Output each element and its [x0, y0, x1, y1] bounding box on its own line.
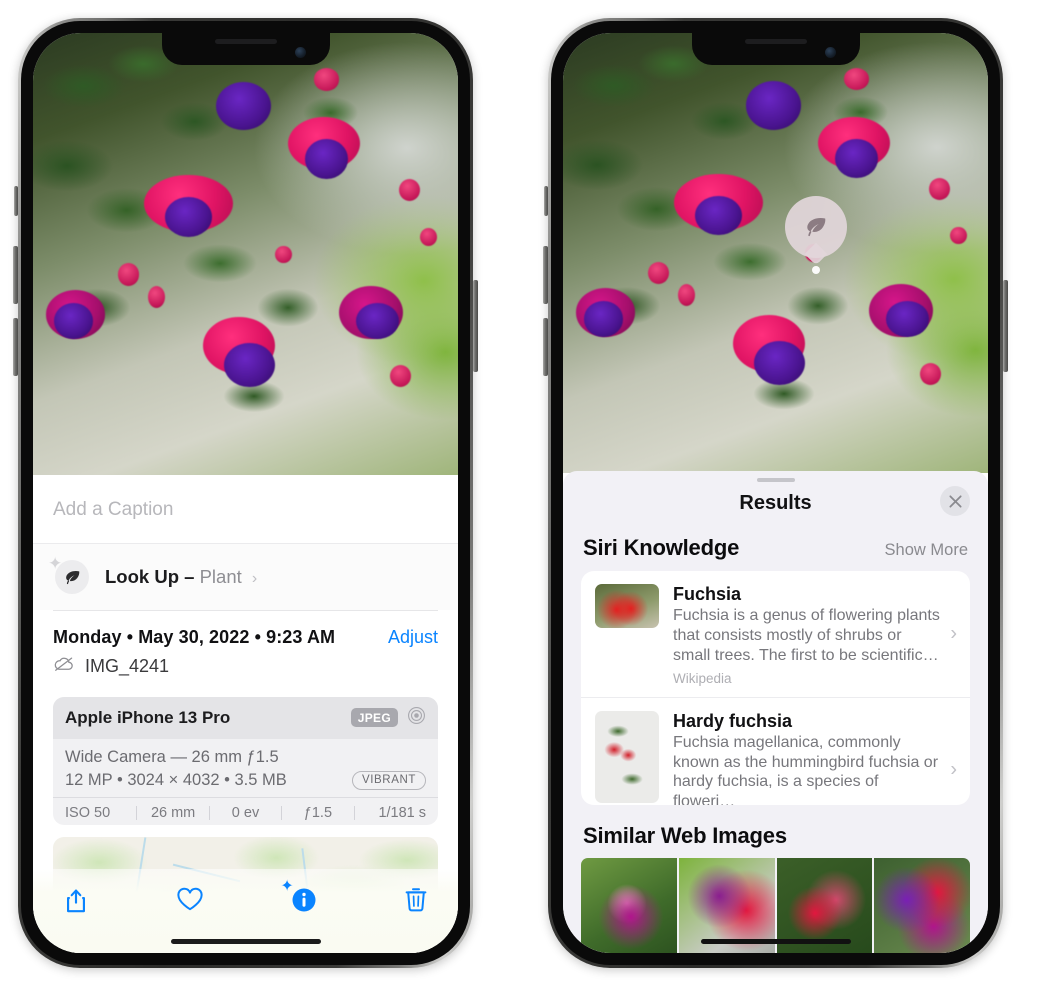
phone-screen-right: Results Siri Knowledge Show More Fuchsia…	[563, 33, 988, 953]
front-camera-icon	[824, 47, 836, 58]
file-format-badge: JPEG	[350, 708, 398, 728]
knowledge-thumbnail	[595, 710, 659, 803]
look-up-separator: –	[184, 566, 195, 587]
similar-image-4[interactable]	[874, 858, 970, 953]
volume-up-button[interactable]	[543, 246, 548, 304]
look-up-badge: ✦	[48, 555, 91, 596]
photo-metadata: Monday • May 30, 2022 • 9:23 AM Adjust I…	[33, 611, 458, 687]
notch	[691, 33, 860, 65]
results-sheet: Results Siri Knowledge Show More Fuchsia…	[563, 471, 988, 953]
knowledge-description: Fuchsia is a genus of flowering plants t…	[673, 607, 940, 664]
mute-switch[interactable]	[14, 186, 18, 216]
front-camera-icon	[294, 47, 306, 58]
chevron-right-icon: ›	[251, 570, 258, 587]
exif-aperture: ƒ1.5	[303, 804, 333, 821]
caption-input[interactable]: Add a Caption	[33, 475, 458, 544]
results-title: Results	[739, 492, 812, 515]
aperture-icon	[407, 706, 426, 730]
screenshot-stage: Add a Caption ✦ Look Up – Plant › Monday…	[0, 0, 1055, 985]
info-sparkle-icon[interactable]: ✦	[280, 879, 318, 918]
mute-switch[interactable]	[544, 186, 548, 216]
visual-look-up-badge[interactable]	[785, 196, 847, 258]
phone-screen-left: Add a Caption ✦ Look Up – Plant › Monday…	[33, 33, 458, 953]
exif-exposure-value: 0 ev	[231, 804, 260, 821]
exif-shutter-speed: 1/181 s	[378, 804, 427, 821]
siri-knowledge-header: Siri Knowledge Show More	[563, 529, 988, 571]
photo-blooms	[33, 33, 458, 476]
share-icon[interactable]	[63, 885, 89, 920]
exif-body: Wide Camera — 26 mm ƒ1.5 12 MP • 3024 × …	[53, 739, 438, 797]
close-icon[interactable]	[940, 486, 970, 517]
leaf-icon	[807, 218, 826, 237]
photo-date: Monday • May 30, 2022 • 9:23 AM	[53, 626, 336, 647]
knowledge-item[interactable]: Fuchsia Fuchsia is a genus of flowering …	[581, 571, 970, 696]
results-header: Results	[563, 482, 988, 529]
home-indicator[interactable]	[170, 939, 321, 944]
look-up-title: Look Up	[105, 566, 179, 587]
knowledge-description: Fuchsia magellanica, commonly known as t…	[673, 733, 939, 805]
exif-iso: ISO 50	[65, 804, 111, 821]
camera-device-name: Apple iPhone 13 Pro	[65, 707, 231, 727]
lens-info: Wide Camera — 26 mm ƒ1.5	[65, 747, 279, 766]
photo-blooms	[563, 33, 988, 473]
look-up-subject: Plant	[199, 566, 242, 587]
photo-viewer[interactable]	[33, 33, 458, 476]
knowledge-source: Wikipedia	[673, 670, 732, 686]
adjust-button[interactable]: Adjust	[388, 627, 438, 648]
similar-web-images-header: Similar Web Images	[563, 805, 988, 858]
exif-header: Apple iPhone 13 Pro JPEG	[53, 696, 438, 739]
knowledge-title: Hardy fuchsia	[673, 710, 793, 731]
exif-focal-length: 26 mm	[150, 804, 196, 821]
phone-bezel: Results Siri Knowledge Show More Fuchsia…	[551, 21, 1000, 965]
earpiece-speaker-icon	[214, 39, 277, 44]
notch	[161, 33, 330, 65]
home-indicator[interactable]	[700, 939, 851, 944]
sparkle-icon: ✦	[280, 878, 294, 895]
chevron-right-icon: ›	[950, 758, 957, 781]
chevron-right-icon: ›	[950, 622, 957, 645]
knowledge-item[interactable]: Hardy fuchsia Fuchsia magellanica, commo…	[581, 696, 970, 805]
look-up-label: Look Up – Plant ›	[105, 566, 257, 588]
heart-icon[interactable]	[175, 885, 205, 918]
visual-look-up-anchor-dot	[812, 266, 820, 274]
trash-icon[interactable]	[404, 885, 428, 918]
knowledge-thumbnail	[595, 584, 659, 629]
icloud-slash-icon	[53, 656, 75, 677]
knowledge-title: Fuchsia	[673, 584, 742, 605]
image-specs: 12 MP • 3024 × 4032 • 3.5 MB	[65, 770, 287, 789]
section-title: Siri Knowledge	[583, 535, 740, 561]
photographic-style-badge: VIBRANT	[351, 770, 426, 790]
volume-up-button[interactable]	[13, 246, 18, 304]
exif-stats-row: ISO 50 26 mm 0 ev ƒ1.5 1/181 s	[53, 796, 438, 825]
look-up-row[interactable]: ✦ Look Up – Plant ›	[33, 544, 458, 610]
leaf-icon	[55, 560, 89, 594]
photo-info-sheet: Add a Caption ✦ Look Up – Plant › Monday…	[33, 475, 458, 953]
siri-knowledge-card: Fuchsia Fuchsia is a genus of flowering …	[581, 571, 970, 805]
earpiece-speaker-icon	[744, 39, 807, 44]
similar-image-1[interactable]	[581, 858, 677, 953]
photo-filename: IMG_4241	[85, 655, 170, 676]
phone-bezel: Add a Caption ✦ Look Up – Plant › Monday…	[21, 21, 470, 965]
volume-down-button[interactable]	[543, 318, 548, 376]
side-power-button[interactable]	[473, 280, 478, 372]
show-more-button[interactable]: Show More	[885, 541, 968, 560]
section-title: Similar Web Images	[583, 823, 787, 848]
volume-down-button[interactable]	[13, 318, 18, 376]
iphone-left: Add a Caption ✦ Look Up – Plant › Monday…	[13, 18, 478, 968]
exif-card[interactable]: Apple iPhone 13 Pro JPEG Wide Camera — 2…	[53, 696, 438, 825]
side-power-button[interactable]	[1003, 280, 1008, 372]
iphone-right: Results Siri Knowledge Show More Fuchsia…	[543, 18, 1008, 968]
photo-viewer[interactable]	[563, 33, 988, 473]
